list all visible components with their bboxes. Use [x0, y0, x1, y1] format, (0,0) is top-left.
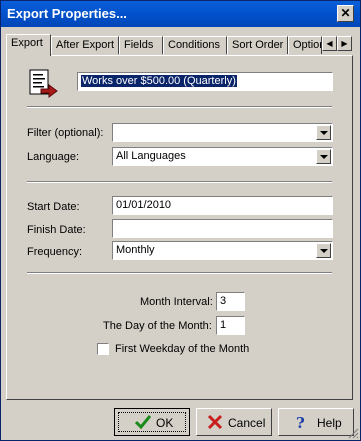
day-of-month-label: The Day of the Month:: [103, 320, 212, 332]
svg-text:?: ?: [296, 414, 305, 430]
finish-date-field[interactable]: [112, 219, 333, 238]
ok-button[interactable]: OK: [114, 408, 190, 436]
tab-after-export[interactable]: After Export: [51, 36, 119, 54]
day-of-month-field[interactable]: 1: [216, 316, 245, 335]
start-date-label: Start Date:: [27, 201, 80, 213]
arrow-right-icon: ▶: [341, 39, 348, 48]
finish-date-label: Finish Date:: [27, 224, 86, 236]
first-weekday-label[interactable]: First Weekday of the Month: [115, 343, 249, 355]
language-label: Language:: [27, 151, 79, 163]
divider-middle: [27, 181, 332, 183]
tab-export[interactable]: Export: [6, 34, 51, 56]
help-button[interactable]: ? Help: [278, 408, 354, 436]
tab-strip: Export After Export Fields Conditions So…: [6, 34, 353, 56]
start-date-field[interactable]: 01/01/2010: [112, 196, 333, 215]
divider-bottom: [27, 272, 332, 274]
cancel-button[interactable]: Cancel: [196, 408, 272, 436]
frequency-label: Frequency:: [27, 246, 83, 258]
chevron-down-icon[interactable]: [316, 149, 331, 164]
tab-scroll-right-button[interactable]: ▶: [337, 36, 352, 51]
resize-grip-icon[interactable]: [348, 428, 359, 439]
tab-sort-order[interactable]: Sort Order: [227, 36, 288, 54]
question-mark-icon: ?: [296, 414, 305, 430]
checkmark-icon: [135, 415, 151, 430]
language-dropdown[interactable]: All Languages: [112, 147, 333, 166]
chevron-down-icon[interactable]: [316, 243, 331, 258]
close-button[interactable]: ✕: [337, 5, 354, 22]
export-name-field[interactable]: Works over $500.00 (Quarterly): [77, 72, 333, 91]
frequency-dropdown[interactable]: Monthly: [112, 241, 333, 260]
window-title: Export Properties...: [7, 6, 127, 21]
close-icon: ✕: [340, 6, 351, 20]
chevron-down-icon[interactable]: [316, 125, 331, 140]
divider-top: [27, 106, 332, 108]
month-interval-field[interactable]: 3: [216, 292, 245, 311]
filter-dropdown[interactable]: [112, 123, 333, 142]
title-bar[interactable]: Export Properties... ✕: [1, 1, 360, 27]
first-weekday-checkbox[interactable]: [97, 343, 109, 355]
month-interval-label: Month Interval:: [140, 296, 213, 308]
tab-fields[interactable]: Fields: [119, 36, 163, 54]
tab-scroll-left-button[interactable]: ◀: [322, 36, 337, 51]
filter-label: Filter (optional):: [27, 127, 104, 139]
export-document-icon: [29, 69, 58, 98]
arrow-left-icon: ◀: [326, 39, 333, 48]
tab-conditions[interactable]: Conditions: [163, 36, 227, 54]
tab-options[interactable]: Option: [288, 36, 322, 54]
red-x-icon: [207, 414, 223, 430]
